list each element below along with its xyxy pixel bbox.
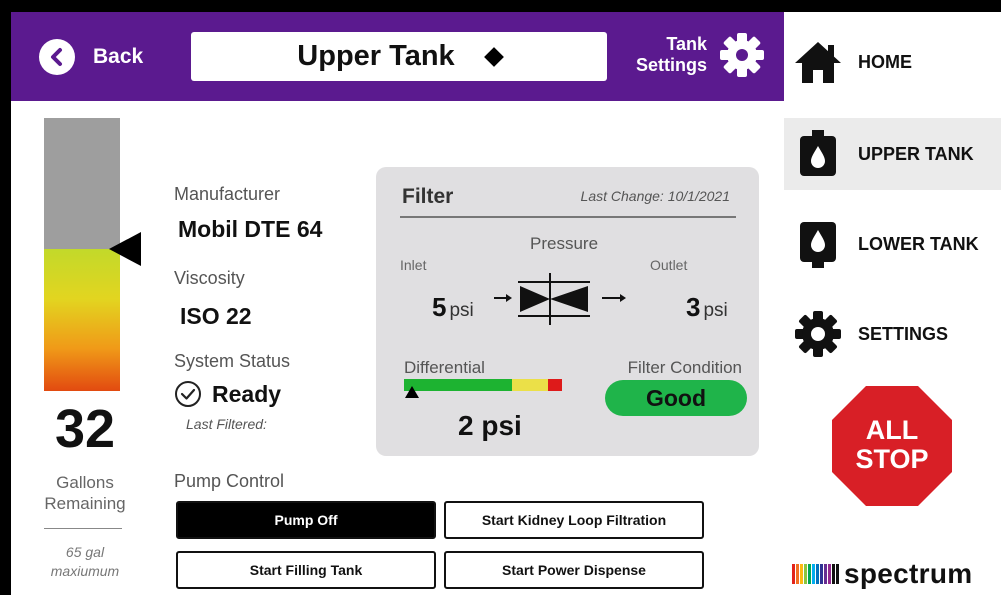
gallons-max-line1: 65 gal — [65, 544, 105, 560]
all-stop-label: ALL STOP — [830, 416, 954, 474]
inlet-pressure: 5 psi — [432, 292, 474, 323]
nav-item-lower-tank[interactable]: LOWER TANK — [784, 208, 1001, 280]
differential-bar-yellow — [512, 379, 548, 391]
filter-divider — [400, 216, 736, 218]
differential-pointer-icon — [405, 386, 419, 398]
pump-control-label: Pump Control — [174, 471, 285, 491]
manufacturer-label: Manufacturer — [174, 184, 281, 204]
spectrum-logo-text: spectrum — [844, 558, 973, 589]
outlet-pressure-value: 3 — [686, 292, 701, 322]
filter-valve-icon — [494, 273, 626, 325]
inlet-pressure-value: 5 — [432, 292, 447, 322]
gallons-max-line2: maxiumum — [50, 563, 120, 579]
tank-drop-icon — [792, 128, 844, 180]
gauge-level-pointer-icon — [109, 232, 141, 266]
gallons-label-line2: Remaining — [44, 494, 126, 513]
check-circle-icon — [175, 381, 201, 407]
nav-item-label: HOME — [858, 51, 912, 72]
system-status-label: System Status — [174, 351, 291, 371]
nav-item-settings[interactable]: SETTINGS — [784, 298, 1001, 370]
differential-label: Differential — [404, 358, 485, 377]
gear-icon — [792, 308, 844, 360]
gallons-maximum: 65 gal maxiumum — [26, 543, 144, 581]
back-button[interactable]: Back — [39, 39, 143, 75]
differential-bar-red — [548, 379, 562, 391]
last-filtered-label: Last Filtered: — [186, 416, 267, 432]
all-stop-line1: ALL — [865, 415, 919, 445]
viscosity-value: ISO 22 — [180, 303, 252, 329]
all-stop-button[interactable]: ALL STOP — [830, 384, 954, 508]
tank-settings-line2: Settings — [635, 55, 707, 75]
nav-item-label: UPPER TANK — [858, 143, 974, 164]
tank-settings-button[interactable]: Tank Settings — [619, 30, 767, 80]
nav-item-label: LOWER TANK — [858, 233, 979, 254]
home-icon — [792, 36, 844, 88]
nav-item-home[interactable]: HOME — [784, 26, 1001, 98]
top-header-bar: Back Upper Tank Tank Settings — [11, 12, 784, 101]
differential-value: 2 psi — [458, 410, 522, 441]
back-arrow-icon — [39, 39, 75, 75]
pressure-label: Pressure — [530, 234, 599, 253]
inlet-label: Inlet — [400, 257, 427, 273]
viscosity-label: Viscosity — [174, 268, 245, 288]
gauge-empty-region — [44, 118, 120, 249]
spectrum-logo: spectrum — [792, 558, 972, 590]
manufacturer-value: Mobil DTE 64 — [178, 216, 323, 242]
gauge-fill-region — [44, 249, 120, 391]
gallons-remaining-label: Gallons Remaining — [26, 472, 144, 514]
spectrum-bars-icon — [792, 564, 840, 584]
filter-condition-label: Filter Condition — [627, 358, 742, 377]
tank-settings-label: Tank Settings — [619, 34, 707, 76]
gallons-remaining-value: 32 — [54, 399, 116, 459]
differential-bar-green — [404, 379, 512, 391]
pump-off-button[interactable]: Pump Off — [176, 501, 436, 539]
outlet-pressure: 3 psi — [686, 292, 728, 323]
system-status-value: Ready — [212, 380, 282, 407]
tank-settings-line1: Tank — [666, 34, 707, 54]
start-filling-tank-button[interactable]: Start Filling Tank — [176, 551, 436, 589]
nav-sidebar: HOME UPPER TANK LOWER TANK SETTINGS ALL … — [784, 12, 1001, 595]
filter-last-change: Last Change: 10/1/2021 — [580, 188, 730, 204]
system-status: Ready — [174, 380, 281, 408]
nav-item-label: SETTINGS — [858, 323, 949, 344]
inlet-pressure-unit: psi — [449, 300, 474, 321]
gallons-label-line1: Gallons — [56, 473, 114, 492]
outlet-label: Outlet — [650, 257, 688, 273]
dropdown-diamond-icon — [483, 46, 504, 67]
start-kidney-loop-filtration-button[interactable]: Start Kidney Loop Filtration — [444, 501, 704, 539]
gear-icon — [720, 33, 764, 77]
back-label: Back — [93, 45, 144, 68]
tank-drop-icon — [792, 218, 844, 270]
gallons-divider — [44, 528, 122, 529]
filter-panel: Filter Last Change: 10/1/2021 Pressure I… — [376, 167, 759, 456]
start-power-dispense-button[interactable]: Start Power Dispense — [444, 551, 704, 589]
window-frame-left — [0, 0, 11, 595]
all-stop-line2: STOP — [855, 444, 929, 474]
filter-title: Filter — [402, 185, 454, 208]
nav-item-upper-tank[interactable]: UPPER TANK — [784, 118, 1001, 190]
tank-selector[interactable]: Upper Tank — [191, 32, 607, 81]
outlet-pressure-unit: psi — [703, 300, 728, 321]
filter-condition-badge: Good — [605, 380, 747, 416]
window-frame-top — [0, 0, 1001, 12]
differential-bar — [404, 379, 562, 391]
tank-selector-label: Upper Tank — [297, 40, 455, 72]
